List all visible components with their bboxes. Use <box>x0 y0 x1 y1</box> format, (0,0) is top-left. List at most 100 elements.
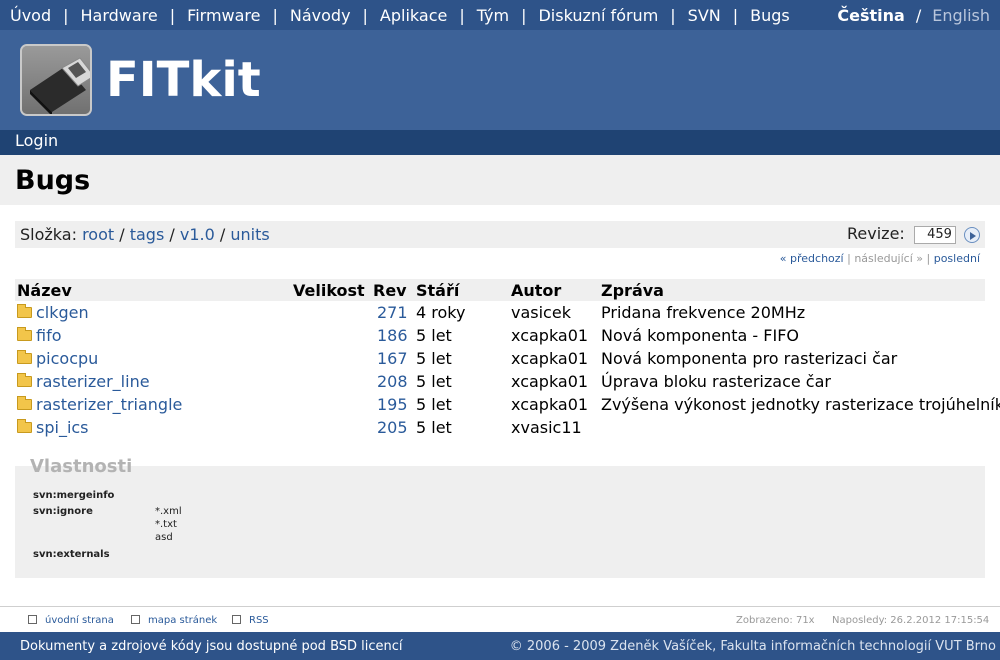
footer-sitemap-link[interactable]: mapa stránek <box>131 615 217 626</box>
revision-input[interactable]: 459 <box>913 225 956 244</box>
footer-sitemap-label: mapa stránek <box>148 615 218 626</box>
nav-item-bugs[interactable]: Bugs <box>750 6 790 25</box>
revision-selector: Revize: 459 <box>847 224 980 244</box>
author-cell: vasicek <box>511 303 571 322</box>
folder-link[interactable]: rasterizer_triangle <box>36 395 182 414</box>
revision-link[interactable]: 271 <box>377 303 408 322</box>
prop-mergeinfo-key: svn:mergeinfo <box>33 490 115 501</box>
nav-item-firmware[interactable]: Firmware <box>187 6 260 25</box>
pager-last[interactable]: poslední <box>934 252 980 265</box>
site-title[interactable]: FITkit <box>106 52 261 108</box>
folder-icon <box>17 419 32 433</box>
prop-ignore-value-2: *.txt <box>155 519 177 530</box>
folder-icon <box>17 396 32 410</box>
age-cell: 5 let <box>416 395 452 414</box>
nav-item-tym[interactable]: Tým <box>477 6 509 25</box>
footer-divider <box>0 606 1000 607</box>
table-header: Název Velikost Rev Stáří Autor Zpráva <box>15 279 985 301</box>
pager-separator: | <box>926 252 931 265</box>
login-bar: Login <box>0 130 1000 155</box>
table-row: spi_ics 205 5 let xvasic11 <box>15 416 985 439</box>
language-switch: Čeština / English <box>837 6 990 25</box>
age-cell: 5 let <box>416 349 452 368</box>
table-row: rasterizer_line 208 5 let xcapka01 Úprav… <box>15 370 985 393</box>
folder-icon <box>17 350 32 364</box>
age-cell: 4 roky <box>416 303 466 322</box>
login-link[interactable]: Login <box>15 131 58 150</box>
footer-rss-link[interactable]: RSS <box>232 615 269 626</box>
nav-item-forum[interactable]: Diskuzní fórum <box>538 6 658 25</box>
col-author[interactable]: Autor <box>511 281 561 300</box>
breadcrumb-root[interactable]: root <box>82 225 114 244</box>
message-cell: Nová komponenta pro rasterizaci čar <box>601 349 898 368</box>
revision-link[interactable]: 186 <box>377 326 408 345</box>
prop-ignore-value-1: *.xml <box>155 506 182 517</box>
home-icon <box>28 615 37 624</box>
folder-icon <box>17 327 32 341</box>
revision-link[interactable]: 208 <box>377 372 408 391</box>
nav-item-hardware[interactable]: Hardware <box>81 6 158 25</box>
col-name[interactable]: Název <box>17 281 72 300</box>
nav-separator: | <box>272 6 278 25</box>
footer-links: úvodní strana mapa stránek RSS Zobrazeno… <box>0 611 1000 631</box>
nav-item-aplikace[interactable]: Aplikace <box>380 6 447 25</box>
lang-english[interactable]: English <box>932 6 990 25</box>
revision-link[interactable]: 195 <box>377 395 408 414</box>
main-menu: Úvod | Hardware | Firmware | Návody | Aplikace | T… <box>10 6 790 25</box>
col-age[interactable]: Stáří <box>416 281 459 300</box>
breadcrumb-separator: / <box>119 225 125 244</box>
revision-pager: « předchozí | následující » | poslední <box>780 252 980 265</box>
breadcrumb-tags[interactable]: tags <box>130 225 165 244</box>
footer-home-link[interactable]: úvodní strana <box>28 615 114 626</box>
sitemap-icon <box>131 615 140 624</box>
lang-separator: / <box>915 6 922 25</box>
table-row: fifo 186 5 let xcapka01 Nová komponenta … <box>15 324 985 347</box>
author-cell: xvasic11 <box>511 418 582 437</box>
nav-item-navody[interactable]: Návody <box>290 6 351 25</box>
nav-separator: | <box>521 6 527 25</box>
folder-link[interactable]: fifo <box>36 326 62 345</box>
revision-link[interactable]: 167 <box>377 349 408 368</box>
folder-link[interactable]: clkgen <box>36 303 89 322</box>
message-cell: Pridana frekvence 20MHz <box>601 303 806 322</box>
footer-rss-label: RSS <box>249 615 269 626</box>
col-message: Zpráva <box>601 281 664 300</box>
last-modified: Naposledy: 26.2.2012 17:15:54 <box>832 615 990 626</box>
folder-link[interactable]: spi_ics <box>36 418 89 437</box>
site-banner: FITkit <box>0 30 1000 130</box>
age-cell: 5 let <box>416 326 452 345</box>
breadcrumb: Složka: root / tags / v1.0 / units <box>20 225 270 244</box>
usb-stick-logo-icon[interactable] <box>20 44 92 116</box>
lang-czech[interactable]: Čeština <box>837 6 904 25</box>
page-title-band: Bugs <box>0 155 1000 205</box>
file-table: Název Velikost Rev Stáří Autor Zpráva cl… <box>15 279 1000 439</box>
nav-separator: | <box>732 6 739 25</box>
table-row: picocpu 167 5 let xcapka01 Nová komponen… <box>15 347 985 370</box>
age-cell: 5 let <box>416 372 452 391</box>
breadcrumb-units[interactable]: units <box>230 225 269 244</box>
col-size[interactable]: Velikost <box>293 281 365 300</box>
message-cell: Nová komponenta - FIFO <box>601 326 799 345</box>
nav-item-uvod[interactable]: Úvod <box>10 6 51 25</box>
breadcrumb-v1[interactable]: v1.0 <box>180 225 215 244</box>
pager-next: následující » <box>854 252 923 265</box>
folder-icon <box>17 304 32 318</box>
rss-icon <box>232 615 241 624</box>
col-rev[interactable]: Rev <box>373 281 407 300</box>
nav-separator: | <box>459 6 465 25</box>
folder-link[interactable]: rasterizer_line <box>36 372 150 391</box>
author-cell: xcapka01 <box>511 372 589 391</box>
prop-ignore-value-3: asd <box>155 532 173 543</box>
table-row: rasterizer_triangle 195 5 let xcapka01 Z… <box>15 393 1000 416</box>
license-text: Dokumenty a zdrojové kódy jsou dostupné … <box>20 639 403 654</box>
prop-externals-key: svn:externals <box>33 549 110 560</box>
revision-link[interactable]: 205 <box>377 418 408 437</box>
go-arrow-icon[interactable] <box>964 226 980 243</box>
pager-prev[interactable]: « předchozí <box>780 252 844 265</box>
folder-bar: Složka: root / tags / v1.0 / units Reviz… <box>15 221 985 248</box>
nav-item-svn[interactable]: SVN <box>688 6 721 25</box>
folder-link[interactable]: picocpu <box>36 349 98 368</box>
bottom-bar: Dokumenty a zdrojové kódy jsou dostupné … <box>0 632 1000 660</box>
author-cell: xcapka01 <box>511 349 589 368</box>
nav-separator: | <box>670 6 676 25</box>
